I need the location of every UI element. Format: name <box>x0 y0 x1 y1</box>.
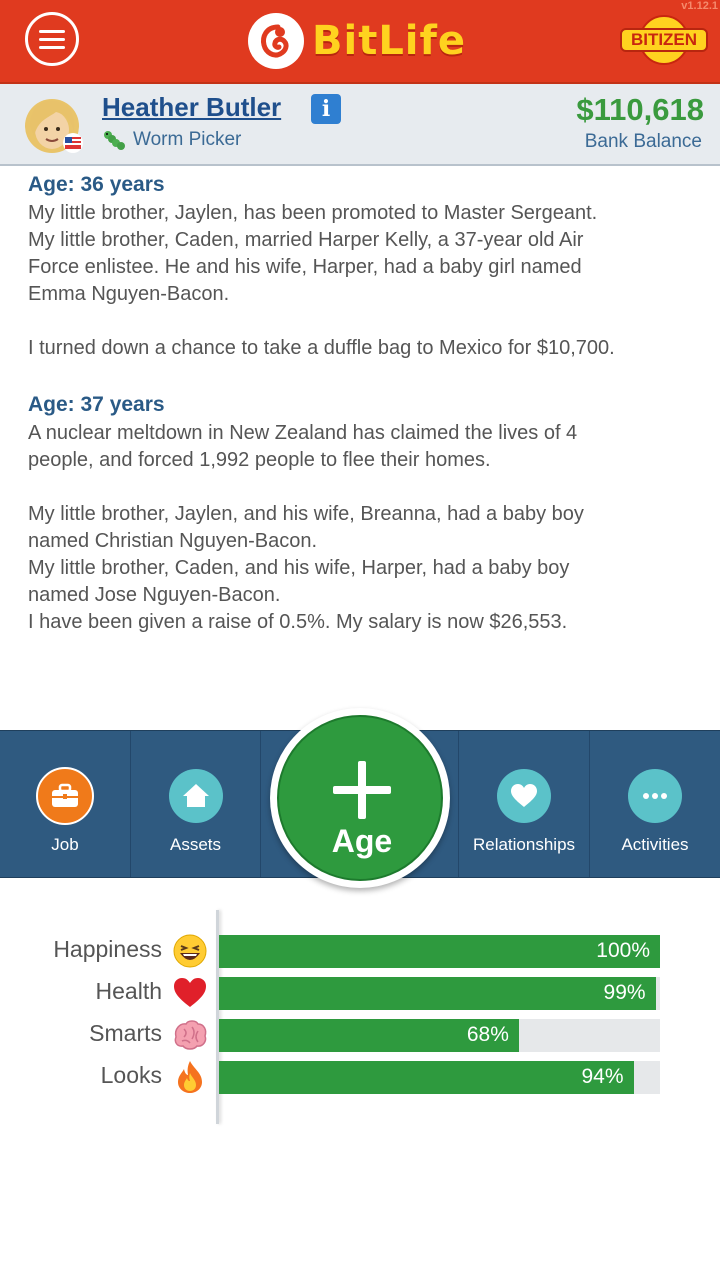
menu-button[interactable] <box>25 12 79 66</box>
character-name[interactable]: Heather Butler <box>102 92 281 123</box>
stat-fill: 94% <box>219 1061 634 1094</box>
stat-fill: 100% <box>219 935 660 968</box>
stat-smarts: Smarts 68% <box>0 1017 720 1053</box>
log-line: people, and forced 1,992 people to flee … <box>28 449 491 471</box>
avatar[interactable] <box>24 96 84 156</box>
nav-assets[interactable]: Assets <box>131 731 261 877</box>
log-line: My little brother, Caden, married Harper… <box>28 229 584 251</box>
menu-line <box>39 45 65 49</box>
stat-label: Smarts <box>89 1020 162 1046</box>
life-log: Age: 36 years My little brother, Jaylen,… <box>28 170 708 636</box>
top-bar: BitLife BITIZEN v1.12.1 <box>0 0 720 84</box>
stat-bar: 99% <box>219 977 660 1010</box>
stat-looks: Looks 94% <box>0 1059 720 1095</box>
menu-line <box>39 29 65 33</box>
nav-job[interactable]: Job <box>0 731 131 877</box>
log-line: My little brother, Caden, and his wife, … <box>28 557 570 579</box>
log-line: Emma Nguyen-Bacon. <box>28 283 230 305</box>
bitizen-badge[interactable]: BITIZEN <box>620 14 708 66</box>
log-line: My little brother, Jaylen, and his wife,… <box>28 503 584 525</box>
nav-job-label: Job <box>51 835 79 854</box>
stat-value: 99% <box>603 981 646 1004</box>
stat-happiness: Happiness 100% <box>0 933 720 969</box>
nav-activities-label: Activities <box>621 835 689 854</box>
stat-value: 68% <box>466 1023 509 1046</box>
version-text: v1.12.1 <box>681 0 718 12</box>
bank-balance: $110,618 <box>576 92 704 127</box>
bitizen-label: BITIZEN <box>620 28 708 52</box>
age-button-label: Age <box>331 823 393 859</box>
worm-icon <box>104 131 125 150</box>
log-line: I have been given a raise of 0.5%. My sa… <box>28 611 568 633</box>
log-line: Force enlistee. He and his wife, Harper,… <box>28 256 582 278</box>
job-row: Worm Picker <box>103 128 241 152</box>
briefcase-icon <box>36 767 94 825</box>
profile-bar: Heather Butler i Worm Picker $110,618 Ba… <box>0 84 720 166</box>
nav-assets-label: Assets <box>169 835 222 854</box>
stat-value: 94% <box>581 1065 624 1088</box>
embryo-icon <box>248 13 304 69</box>
stat-health: Health 99% <box>0 975 720 1011</box>
stat-label: Health <box>95 978 162 1004</box>
heart-icon <box>174 978 206 1007</box>
age-heading: Age: 36 years <box>28 173 165 196</box>
stat-bar: 100% <box>219 935 660 968</box>
log-line: named Jose Nguyen-Bacon. <box>28 584 281 606</box>
plus-icon <box>333 761 391 819</box>
more-dots-icon <box>628 769 682 823</box>
log-line: My little brother, Jaylen, has been prom… <box>28 202 598 224</box>
stat-bar: 94% <box>219 1061 660 1094</box>
age-button-inner: Age <box>277 715 443 881</box>
age-heading: Age: 37 years <box>28 393 165 416</box>
info-icon[interactable]: i <box>311 94 341 124</box>
age-button[interactable]: Age <box>270 708 450 888</box>
stat-label: Looks <box>100 1062 162 1088</box>
log-line: I turned down a chance to take a duffle … <box>28 337 615 359</box>
fire-icon <box>178 1061 202 1093</box>
bitlife-logo: BitLife <box>248 12 466 70</box>
stat-value: 100% <box>596 939 650 962</box>
log-line: A nuclear meltdown in New Zealand has cl… <box>28 422 578 444</box>
stat-fill: 68% <box>219 1019 519 1052</box>
laughing-face-icon <box>173 934 207 968</box>
log-line: named Christian Nguyen-Bacon. <box>28 530 318 552</box>
nav-activities[interactable]: Activities <box>590 731 720 877</box>
stat-label: Happiness <box>53 936 162 962</box>
brain-icon <box>174 1020 207 1050</box>
bank-balance-label: Bank Balance <box>584 131 702 152</box>
stat-fill: 99% <box>219 977 656 1010</box>
menu-line <box>39 37 65 41</box>
nav-relationships-label: Relationships <box>472 835 576 854</box>
logo-text: BitLife <box>312 18 467 64</box>
job-title: Worm Picker <box>133 129 242 150</box>
house-icon <box>168 769 223 823</box>
nav-relationships[interactable]: Relationships <box>459 731 590 877</box>
heart-icon <box>497 769 551 823</box>
stat-bar: 68% <box>219 1019 660 1052</box>
